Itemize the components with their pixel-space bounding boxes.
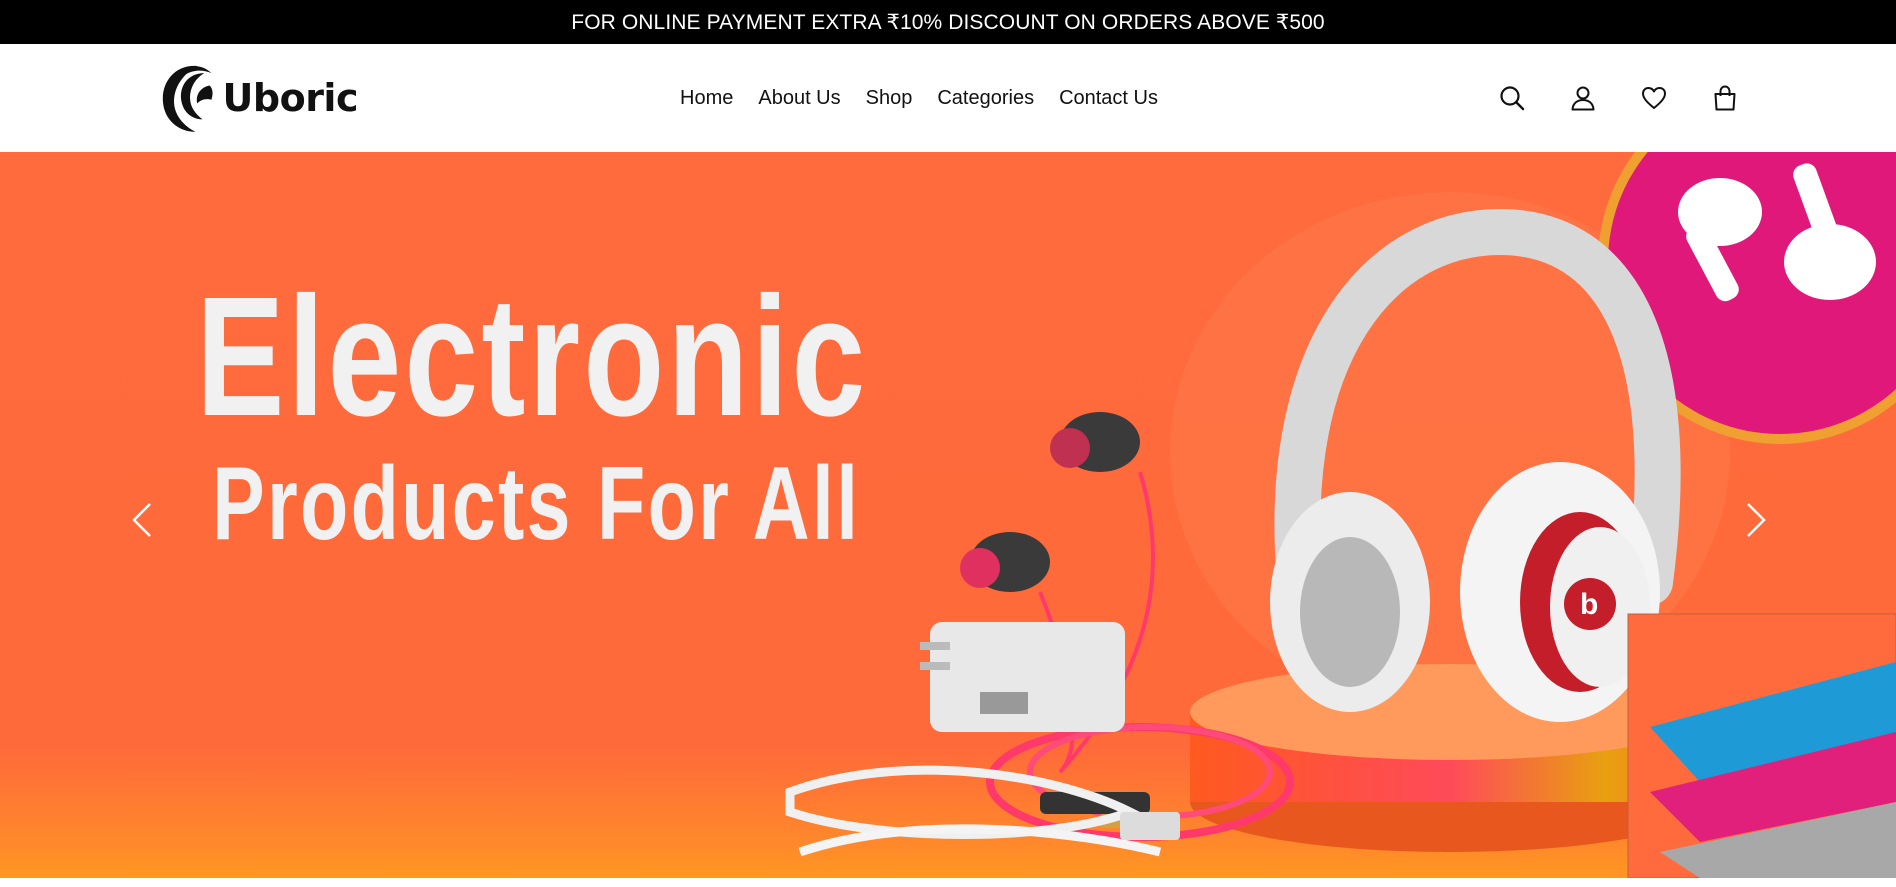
promo-bar: FOR ONLINE PAYMENT EXTRA ₹10% DISCOUNT O… (0, 0, 1896, 44)
nav-home[interactable]: Home (680, 87, 733, 110)
chevron-right-icon (1747, 503, 1766, 537)
nav-about-us[interactable]: About Us (758, 87, 840, 110)
hero-banner: b Electronic Products For All (0, 152, 1896, 878)
svg-text:b: b (1580, 588, 1598, 621)
page-bottom-strip (0, 878, 1896, 887)
heart-icon[interactable] (1640, 85, 1667, 112)
user-icon[interactable] (1569, 85, 1596, 112)
header-actions (1498, 44, 1738, 152)
hero-title-line1: Electronic (196, 262, 869, 452)
chevron-left-icon (132, 503, 151, 537)
logo[interactable]: Uboric (158, 56, 359, 140)
logo-swirl-icon (162, 65, 213, 132)
search-icon[interactable] (1498, 85, 1525, 112)
carousel-next-button[interactable] (1736, 492, 1776, 548)
nav-shop[interactable]: Shop (866, 87, 913, 110)
hero-title-line2: Products For All (212, 446, 861, 562)
bag-icon[interactable] (1711, 85, 1738, 112)
main-nav: Home About Us Shop Categories Contact Us (680, 44, 1158, 152)
promo-text: FOR ONLINE PAYMENT EXTRA ₹10% DISCOUNT O… (571, 10, 1325, 34)
nav-contact-us[interactable]: Contact Us (1059, 87, 1158, 110)
site-header: Uboric Home About Us Shop Categories Con… (0, 44, 1896, 152)
logo-text: Uboric (222, 76, 359, 120)
carousel-prev-button[interactable] (122, 492, 162, 548)
nav-categories[interactable]: Categories (937, 87, 1034, 110)
